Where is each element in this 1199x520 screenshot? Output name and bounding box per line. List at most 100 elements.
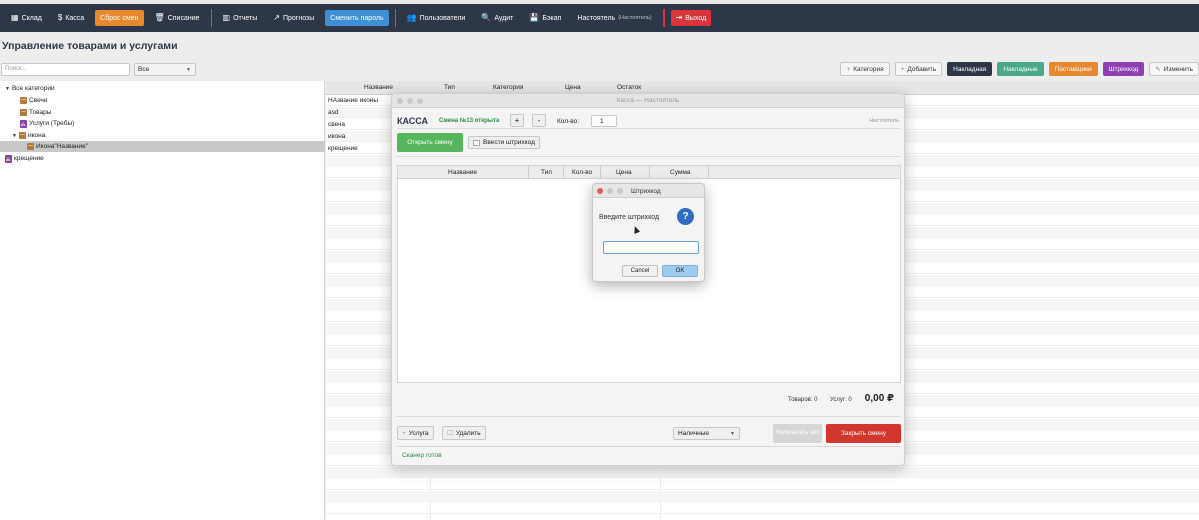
reset-shift-button[interactable]: Сброс смен: [95, 10, 144, 26]
plus-icon: +: [846, 65, 851, 73]
col-stock[interactable]: Остаток: [617, 84, 641, 91]
invoice-button[interactable]: Накладная: [947, 62, 993, 76]
col-category[interactable]: Категория: [493, 84, 523, 91]
qty-input[interactable]: 1: [591, 115, 617, 127]
search-input[interactable]: Поиск...: [1, 63, 130, 76]
service-button[interactable]: + Услуга: [397, 426, 434, 440]
ok-button[interactable]: OK: [662, 265, 698, 277]
divider: [397, 446, 900, 447]
barcode-button[interactable]: Штрихкод: [1102, 62, 1145, 76]
users-icon: 👥: [406, 13, 417, 22]
warehouse-button[interactable]: ▦ Склад: [6, 10, 47, 26]
qty-minus-button[interactable]: -: [532, 114, 546, 127]
box-icon: [27, 143, 34, 150]
barcode-dialog: Штрихкод Введите штрихкод ? Cancel OK: [592, 183, 705, 282]
main-toolbar: ▦ Склад $ Касса Сброс смен 🗑 Списание ▥ Отче…: [0, 4, 1199, 32]
add-button[interactable]: + Добавить: [894, 62, 943, 76]
search-icon: 🔍: [481, 13, 492, 22]
checkbox-icon: ☐: [447, 430, 453, 437]
tree-item-baptism[interactable]: ⛪ крещение: [5, 153, 44, 164]
cashier-titlebar[interactable]: Касса — Настоятель: [392, 94, 904, 108]
receipt-header: Название Тип Кол-во Цена Сумма: [398, 166, 900, 179]
tree-item-services[interactable]: ⛪ Услуги (Требы): [20, 118, 74, 129]
services-count: Услуг: 0: [830, 397, 852, 403]
enter-barcode-button[interactable]: Ввести штрихкод: [468, 136, 540, 149]
row-name: asd: [328, 109, 339, 116]
row-name: крещение: [328, 145, 358, 152]
cancel-button[interactable]: Cancel: [622, 265, 658, 277]
row-name: икона: [328, 133, 346, 140]
col-name[interactable]: Название: [364, 84, 393, 91]
receipt-col-qty[interactable]: Кол-во: [572, 169, 592, 176]
divider: [397, 416, 900, 417]
trend-icon: ↗: [273, 13, 280, 22]
row-name: свеча: [328, 121, 346, 128]
receipt-col-name[interactable]: Название: [448, 169, 477, 176]
os-menu-strip: [0, 0, 1199, 3]
barcode-dialog-titlebar[interactable]: Штрихкод: [593, 184, 704, 198]
box-icon: [20, 97, 27, 104]
category-tree: ▼ Все категории Свечи Товары ⛪ Услуги (Тре…: [0, 81, 325, 520]
cashier-brand: КАССА: [397, 116, 429, 126]
chevron-down-icon: ▼: [186, 67, 191, 73]
table-row: [326, 467, 1199, 478]
change-password-button[interactable]: Сменить пароль: [325, 10, 389, 26]
goods-count: Товаров: 0: [788, 397, 818, 403]
plus-icon: +: [900, 65, 905, 73]
barcode-prompt: Введите штрихкод: [599, 214, 660, 221]
scope-select[interactable]: Все ▼: [134, 63, 196, 76]
tree-item-goods[interactable]: Товары: [20, 107, 51, 118]
save-icon: 💾: [529, 13, 540, 22]
barcode-input[interactable]: [603, 241, 699, 254]
toolbar-divider: [662, 9, 665, 27]
window-close-icon[interactable]: [597, 188, 603, 194]
category-button[interactable]: + Категория: [840, 62, 890, 76]
header-divider: [528, 166, 529, 179]
col-type[interactable]: Тип: [444, 84, 455, 91]
question-icon: ?: [677, 208, 694, 225]
plus-icon: +: [402, 429, 406, 437]
edit-button[interactable]: ✎ Изменить: [1149, 62, 1199, 76]
tree-item-icon-name[interactable]: Икона"Название": [0, 141, 325, 152]
dollar-icon: $: [57, 13, 63, 22]
header-divider: [563, 166, 564, 179]
close-shift-button[interactable]: Закрыть смену: [826, 424, 901, 443]
tree-root[interactable]: ▼ Все категории: [5, 83, 55, 94]
payment-method-select[interactable]: Наличные ▼: [673, 427, 740, 440]
logout-button[interactable]: ⇥ Выход: [670, 10, 712, 26]
receipt-col-price[interactable]: Цена: [616, 169, 632, 176]
receipt-col-type[interactable]: Тип: [541, 169, 552, 176]
pencil-icon: ✎: [1155, 66, 1161, 73]
delete-button[interactable]: ☐ Удалить: [442, 426, 486, 440]
triangle-down-icon: ▼: [5, 85, 10, 92]
tree-item-candles[interactable]: Свечи: [20, 95, 48, 106]
open-shift-button[interactable]: Открыть смену: [397, 133, 463, 152]
suppliers-button[interactable]: Поставщики: [1048, 62, 1098, 76]
audit-button[interactable]: 🔍 Аудит: [476, 10, 518, 26]
receipt-col-sum[interactable]: Сумма: [670, 169, 690, 176]
window-zoom-icon[interactable]: [617, 188, 623, 194]
trash-icon: 🗑: [154, 13, 165, 22]
box-icon: [20, 109, 27, 116]
users-button[interactable]: 👥 Пользователи: [402, 10, 471, 26]
col-price[interactable]: Цена: [565, 84, 581, 91]
table-row: [326, 491, 1199, 502]
toolbar-divider: [210, 9, 212, 27]
backup-button[interactable]: 💾 Бэкап: [524, 10, 566, 26]
window-minimize-icon[interactable]: [607, 188, 613, 194]
shift-status: Смена №13 открыта: [439, 118, 500, 124]
cashier-button[interactable]: $ Касса: [53, 10, 89, 26]
forecasts-button[interactable]: ↗ Прогнозы: [268, 10, 319, 26]
reports-button[interactable]: ▥ Отчеты: [218, 10, 263, 26]
divider: [397, 156, 900, 157]
box-icon: [18, 132, 26, 139]
invoices-button[interactable]: Накладные: [997, 62, 1044, 76]
writeoff-button[interactable]: 🗑 Списание: [150, 10, 205, 26]
triangle-down-icon: ▼: [12, 132, 17, 139]
print-receipt-button[interactable]: Напечатать чек: [773, 424, 822, 443]
table-row: [326, 503, 1199, 514]
qty-plus-button[interactable]: +: [510, 114, 524, 127]
tree-item-icon-folder[interactable]: ▼ икона: [12, 130, 45, 141]
qty-label: Кол-во:: [557, 118, 580, 125]
cashier-window-title: Касса — Настоятель: [616, 97, 680, 104]
